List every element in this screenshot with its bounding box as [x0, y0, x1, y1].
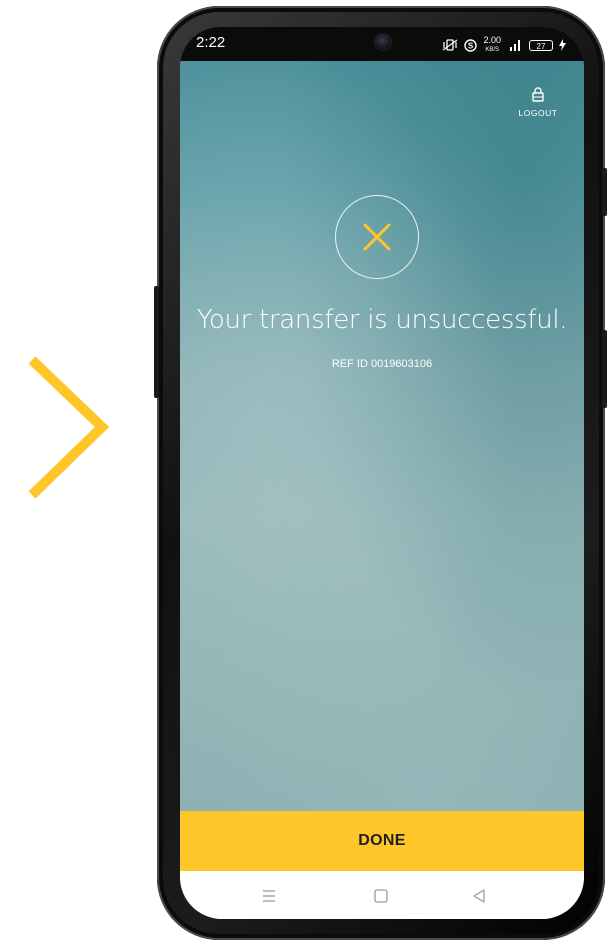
canvas: 2:22 S 2.00 KB/S 27 LOGOUT Your transfer…: [0, 0, 611, 944]
alert-slider: [602, 330, 607, 408]
done-button[interactable]: DONE: [180, 811, 584, 871]
network-speed-value: 2.00: [483, 35, 501, 45]
chevron-right-icon: [28, 356, 110, 499]
result-message: Your transfer is unsuccessful.: [196, 305, 568, 335]
home-icon[interactable]: [370, 885, 392, 907]
power-button: [602, 168, 607, 216]
close-icon: [363, 223, 391, 251]
s-app-icon: S: [464, 38, 478, 52]
status-icons: S 2.00 KB/S 27: [442, 36, 566, 54]
network-speed-unit: KB/S: [485, 47, 500, 53]
battery-icon: 27: [529, 39, 553, 51]
back-icon[interactable]: [468, 885, 490, 907]
reference-id: REF ID 0019603106: [331, 358, 433, 370]
volume-button: [154, 286, 159, 398]
signal-icon: [510, 40, 520, 51]
system-nav-bar: [180, 871, 584, 919]
network-speed: 2.00 KB/S: [483, 36, 501, 54]
app-screen: 2:22 S 2.00 KB/S 27 LOGOUT Your transfer…: [180, 27, 584, 919]
charging-icon: [559, 39, 566, 51]
mute-vibrate-icon: [443, 39, 458, 51]
logout-button[interactable]: LOGOUT: [516, 87, 560, 118]
menu-icon[interactable]: [258, 885, 280, 907]
lock-icon: [532, 87, 544, 102]
svg-text:S: S: [468, 41, 474, 50]
front-camera: [375, 34, 391, 50]
logout-label: LOGOUT: [518, 108, 558, 118]
status-circle: [335, 195, 419, 279]
status-time: 2:22: [196, 34, 226, 51]
